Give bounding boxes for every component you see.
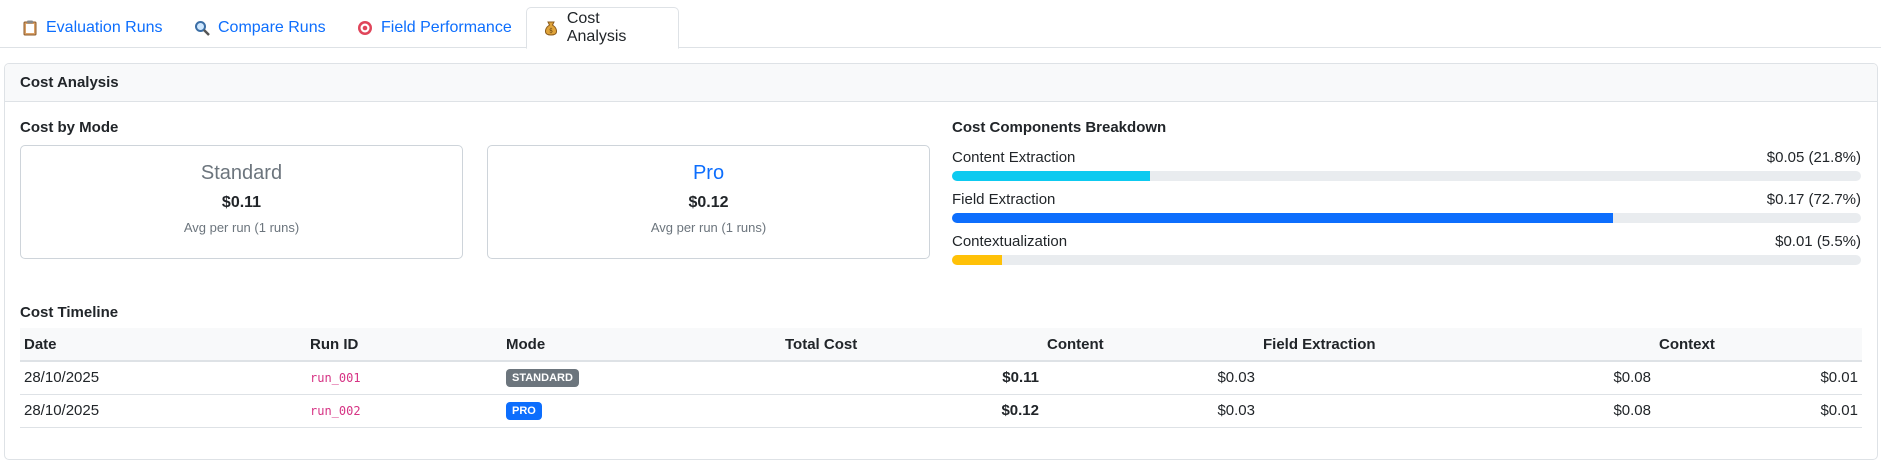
mode-name: Standard xyxy=(200,162,283,184)
mode-card-standard: Standard $0.11 Avg per run (1 runs) xyxy=(20,145,463,259)
clipboard-icon xyxy=(22,20,38,36)
tab-evaluation-runs[interactable]: Evaluation Runs xyxy=(6,7,179,49)
column-header-run-id: Run ID xyxy=(306,328,502,362)
progress-track xyxy=(952,255,1861,265)
magnifier-icon xyxy=(194,20,210,36)
mode-subtitle: Avg per run (1 runs) xyxy=(183,220,300,235)
column-header-mode: Mode xyxy=(502,328,781,362)
cell-context: $0.01 xyxy=(1655,394,1862,428)
column-header-total-cost: Total Cost xyxy=(781,328,1043,362)
table-row: 28/10/2025 run_002 PRO $0.12 $0.03 $0.08… xyxy=(20,394,1862,428)
tab-bar: Evaluation Runs Compare Runs Field Perfo… xyxy=(0,0,1881,49)
target-icon xyxy=(357,20,373,36)
tab-label: Cost Analysis xyxy=(566,10,627,45)
cell-date: 28/10/2025 xyxy=(20,394,306,428)
tab-cost-analysis[interactable]: $ Cost Analysis xyxy=(526,7,679,49)
mode-name: Pro xyxy=(692,162,725,184)
mode-badge: STANDARD xyxy=(506,369,579,388)
tab-label: Compare Runs xyxy=(218,19,326,36)
cost-components-title: Cost Components Breakdown xyxy=(952,119,1167,136)
cost-timeline-title: Cost Timeline xyxy=(20,304,119,321)
component-value: $0.01 (5.5%) xyxy=(1775,233,1861,250)
cell-mode: PRO xyxy=(502,394,781,428)
progress-fill xyxy=(952,171,1151,181)
cell-context: $0.01 xyxy=(1655,361,1862,395)
tab-label: Field Performance xyxy=(381,19,512,36)
mode-cost: $0.11 xyxy=(221,194,262,211)
cell-mode: STANDARD xyxy=(502,361,781,395)
component-label: Content Extraction xyxy=(952,149,1076,166)
cell-content: $0.03 xyxy=(1043,394,1259,428)
table-row: 28/10/2025 run_001 STANDARD $0.11 $0.03 … xyxy=(20,361,1862,395)
money-bag-icon: $ xyxy=(543,20,559,36)
column-header-date: Date xyxy=(20,328,306,362)
card-title: Cost Analysis xyxy=(5,64,1877,102)
component-value: $0.17 (72.7%) xyxy=(1766,191,1861,208)
svg-text:$: $ xyxy=(549,28,553,35)
column-header-content: Content xyxy=(1043,328,1259,362)
cell-content: $0.03 xyxy=(1043,361,1259,395)
cell-total-cost: $0.12 xyxy=(781,394,1043,428)
cost-timeline-table: Date Run ID Mode Total Cost Content Fiel… xyxy=(20,328,1862,428)
tab-label: Evaluation Runs xyxy=(46,19,163,36)
cost-by-mode-title: Cost by Mode xyxy=(20,119,119,136)
component-label: Field Extraction xyxy=(952,191,1056,208)
mode-subtitle: Avg per run (1 runs) xyxy=(650,220,767,235)
cell-date: 28/10/2025 xyxy=(20,361,306,395)
cell-total-cost: $0.11 xyxy=(781,361,1043,395)
tab-compare-runs[interactable]: Compare Runs xyxy=(178,7,342,49)
cell-field-extraction: $0.08 xyxy=(1259,361,1655,395)
progress-track xyxy=(952,213,1861,223)
progress-track xyxy=(952,171,1861,181)
component-value: $0.05 (21.8%) xyxy=(1766,149,1861,166)
column-header-context: Context xyxy=(1655,328,1862,362)
progress-fill xyxy=(952,255,1002,265)
tab-field-performance[interactable]: Field Performance xyxy=(341,7,528,49)
mode-card-pro: Pro $0.12 Avg per run (1 runs) xyxy=(487,145,930,259)
table-header-row: Date Run ID Mode Total Cost Content Fiel… xyxy=(20,328,1862,362)
cell-field-extraction: $0.08 xyxy=(1259,394,1655,428)
component-label: Contextualization xyxy=(952,233,1068,250)
mode-cost: $0.12 xyxy=(688,194,729,211)
cell-run-id: run_002 xyxy=(306,394,502,428)
column-header-field-extraction: Field Extraction xyxy=(1259,328,1655,362)
progress-fill xyxy=(952,213,1613,223)
cell-run-id: run_001 xyxy=(306,361,502,395)
cost-analysis-card: Cost Analysis Cost by Mode Standard $0.1… xyxy=(4,63,1878,460)
mode-badge: PRO xyxy=(506,402,542,420)
